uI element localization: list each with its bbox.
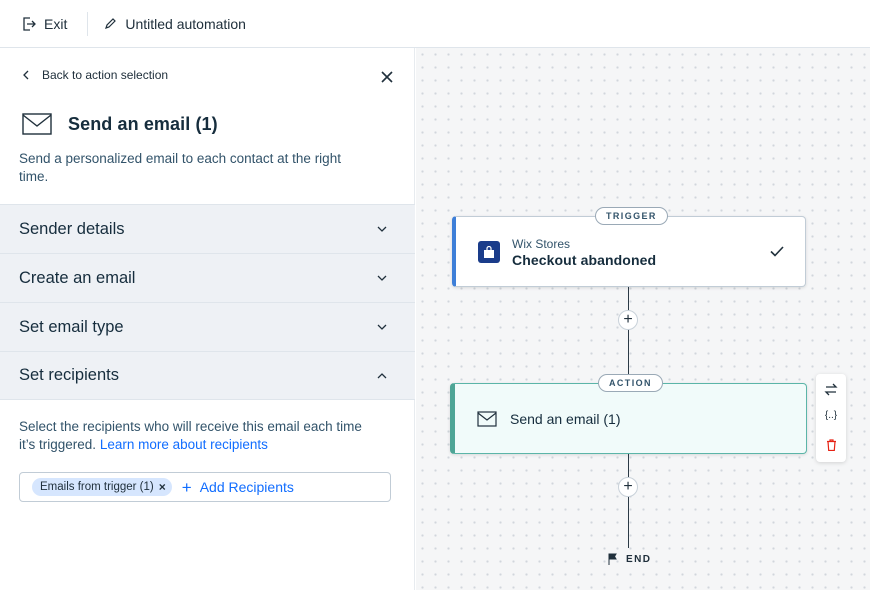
trigger-app: Wix Stores	[512, 237, 571, 251]
section-label: Sender details	[19, 219, 125, 238]
section-set-recipients[interactable]: Set recipients	[0, 351, 415, 400]
swap-icon[interactable]	[816, 376, 846, 402]
recipient-chip: Emails from trigger (1) ×	[32, 478, 172, 496]
chevron-down-icon	[377, 324, 387, 330]
end-label: END	[626, 553, 652, 565]
add-recipients-label: Add Recipients	[199, 479, 294, 495]
exit-label: Exit	[44, 15, 68, 32]
add-step-button[interactable]: +	[618, 310, 638, 330]
automation-title-text: Untitled automation	[125, 15, 246, 32]
panel-description: Send a personalized email to each contac…	[19, 151, 341, 184]
plus-icon: +	[181, 477, 192, 497]
checkmark-icon	[770, 246, 784, 257]
section-label: Create an email	[19, 268, 136, 287]
chevron-left-icon	[23, 70, 29, 80]
flag-icon	[608, 553, 617, 565]
remove-chip-icon[interactable]: ×	[159, 481, 166, 493]
envelope-icon	[22, 113, 52, 135]
action-name: Send an email (1)	[510, 411, 621, 427]
learn-more-recipients-link[interactable]: Learn more about recipients	[100, 437, 268, 452]
top-bar: Exit Untitled automation	[0, 0, 870, 48]
add-recipients-button[interactable]: + Add Recipients	[182, 479, 294, 496]
chevron-down-icon	[377, 226, 387, 232]
trigger-node[interactable]: TRIGGER Wix Stores Checkout abandoned	[452, 207, 806, 287]
section-create-an-email[interactable]: Create an email	[0, 253, 415, 302]
add-step-button[interactable]: +	[618, 477, 638, 497]
connector-line	[628, 287, 629, 383]
shopping-bag-icon	[478, 241, 500, 263]
action-node[interactable]: ACTION Send an email (1)	[450, 374, 807, 454]
envelope-icon	[477, 411, 497, 427]
pencil-icon	[105, 18, 117, 29]
exit-icon	[23, 16, 36, 31]
chevron-down-icon	[377, 275, 387, 281]
recipient-chip-label: Emails from trigger (1)	[40, 481, 154, 493]
connector-line	[628, 454, 629, 548]
trigger-tag: TRIGGER	[595, 207, 668, 225]
recipients-field[interactable]: Emails from trigger (1) × + Add Recipien…	[19, 472, 391, 502]
trash-icon[interactable]	[816, 432, 846, 458]
close-icon[interactable]	[380, 70, 394, 84]
panel-title: Send an email (1)	[68, 113, 218, 134]
exit-button[interactable]: Exit	[0, 0, 67, 47]
node-toolbar: {..}	[816, 374, 846, 462]
chevron-up-icon	[377, 372, 387, 378]
action-settings-panel: Back to action selection Send an email (…	[0, 48, 415, 590]
section-set-email-type[interactable]: Set email type	[0, 302, 415, 351]
back-to-action-selection[interactable]: Back to action selection	[22, 68, 168, 82]
section-sender-details[interactable]: Sender details	[0, 204, 415, 253]
back-label: Back to action selection	[42, 68, 169, 82]
end-marker: END	[608, 553, 651, 565]
panel-header: Send an email (1)	[22, 112, 218, 136]
section-label: Set email type	[19, 317, 124, 336]
section-label: Set recipients	[19, 366, 119, 384]
recipients-description: Select the recipients who will receive t…	[19, 418, 379, 454]
trigger-event: Checkout abandoned	[512, 252, 657, 268]
automation-canvas[interactable]	[416, 48, 870, 590]
variables-icon[interactable]: {..}	[816, 402, 846, 428]
automation-title[interactable]: Untitled automation	[104, 16, 246, 32]
divider	[87, 11, 89, 36]
action-tag: ACTION	[598, 374, 663, 392]
